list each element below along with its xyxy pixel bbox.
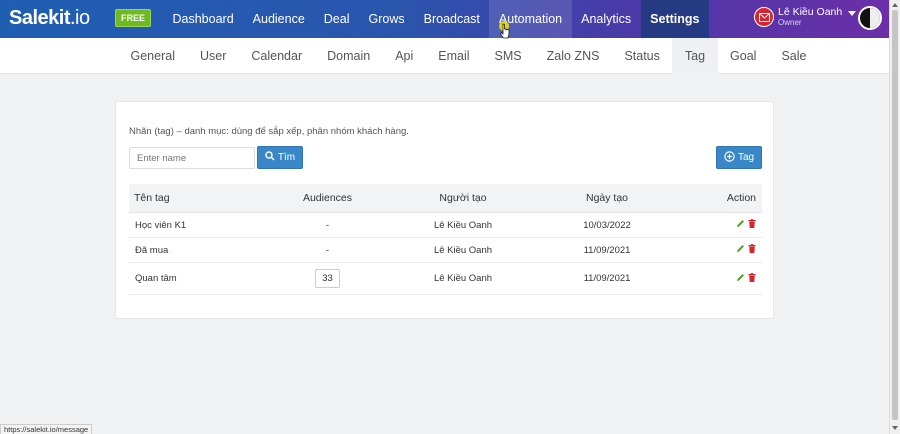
- tag-panel: Nhãn (tag) – danh mục: dùng để sắp xếp, …: [115, 101, 774, 319]
- page-scrollbar[interactable]: [889, 0, 900, 434]
- tab-sms[interactable]: SMS: [482, 38, 534, 74]
- tab-user[interactable]: User: [187, 38, 238, 74]
- audience-count-button[interactable]: 33: [315, 269, 340, 288]
- scroll-up-icon[interactable]: [892, 3, 898, 7]
- mouse-cursor-icon: [497, 20, 511, 40]
- table-row: Đã mua - Lê Kiều Oanh 11/09/2021: [129, 238, 762, 263]
- tag-table: Tên tag Audiences Người tạo Ngày tạo Act…: [129, 184, 762, 295]
- tab-goal[interactable]: Goal: [718, 38, 769, 74]
- user-name: Lê Kiều Oanh: [778, 6, 843, 18]
- trash-icon[interactable]: [748, 219, 756, 231]
- chevron-down-icon: [848, 10, 857, 16]
- tab-tag[interactable]: Tag: [672, 38, 718, 74]
- tag-name: Đã mua: [135, 244, 169, 256]
- nav-broadcast[interactable]: Broadcast: [414, 0, 489, 38]
- app-logo[interactable]: Salekit.io: [9, 7, 90, 30]
- tab-general[interactable]: General: [118, 38, 187, 74]
- top-navbar: Salekit.io FREE Dashboard Audience Deal …: [0, 0, 889, 38]
- user-role: Owner: [778, 18, 802, 27]
- tab-zalo-zns[interactable]: Zalo ZNS: [534, 38, 612, 74]
- search-icon: [265, 151, 275, 164]
- add-tag-button[interactable]: Tag: [716, 146, 762, 169]
- search-button[interactable]: Tìm: [257, 146, 303, 169]
- tag-audiences: -: [325, 244, 330, 256]
- status-url: https://salekit.io/message: [0, 424, 93, 434]
- mail-icon: [754, 7, 774, 27]
- col-tag-name[interactable]: Tên tag: [129, 192, 269, 204]
- nav-grows[interactable]: Grows: [359, 0, 414, 38]
- tag-name: Học viên K1: [135, 219, 187, 231]
- tag-date: 10/03/2022: [583, 219, 631, 231]
- col-action: Action: [726, 192, 756, 204]
- table-header: Tên tag Audiences Người tạo Ngày tạo Act…: [129, 184, 762, 213]
- avatar[interactable]: [858, 6, 882, 30]
- nav-analytics[interactable]: Analytics: [572, 0, 641, 38]
- settings-subnav: General User Calendar Domain Api Email S…: [0, 38, 889, 74]
- tag-audiences: -: [325, 219, 330, 231]
- pencil-icon[interactable]: [736, 273, 745, 285]
- main-nav: Dashboard Audience Deal Grows Broadcast …: [163, 0, 709, 38]
- trash-icon[interactable]: [748, 272, 756, 285]
- user-menu[interactable]: Lê Kiều Oanh Owner: [754, 6, 857, 28]
- tab-email[interactable]: Email: [426, 38, 482, 74]
- add-tag-label: Tag: [737, 152, 755, 163]
- tag-date: 11/09/2021: [583, 244, 631, 256]
- nav-deal[interactable]: Deal: [314, 0, 359, 38]
- tab-status[interactable]: Status: [612, 38, 672, 74]
- tag-name: Quan tâm: [135, 273, 177, 284]
- tag-date: 11/09/2021: [583, 273, 631, 284]
- pencil-icon[interactable]: [736, 244, 745, 256]
- pencil-icon[interactable]: [736, 219, 745, 231]
- plus-circle-icon: [724, 150, 735, 165]
- col-date[interactable]: Ngày tạo: [540, 192, 674, 204]
- tag-creator: Lê Kiều Oanh: [433, 273, 493, 284]
- tab-domain[interactable]: Domain: [315, 38, 383, 74]
- scroll-down-icon[interactable]: [892, 426, 898, 430]
- col-creator[interactable]: Người tạo: [386, 192, 540, 204]
- tag-creator: Lê Kiều Oanh: [433, 219, 493, 231]
- nav-audience[interactable]: Audience: [243, 0, 314, 38]
- table-row: Quan tâm 33 Lê Kiều Oanh 11/09/2021: [129, 263, 762, 295]
- scroll-thumb[interactable]: [892, 10, 898, 420]
- tag-creator: Lê Kiều Oanh: [433, 244, 493, 256]
- nav-settings[interactable]: Settings: [640, 0, 709, 38]
- search-button-label: Tìm: [277, 152, 296, 163]
- trash-icon[interactable]: [748, 244, 756, 256]
- search-input[interactable]: [129, 147, 255, 169]
- tab-api[interactable]: Api: [383, 38, 426, 74]
- col-audiences[interactable]: Audiences: [269, 192, 386, 204]
- table-row: Học viên K1 - Lê Kiều Oanh 10/03/2022: [129, 213, 762, 238]
- tag-description: Nhãn (tag) – danh mục: dùng để sắp xếp, …: [129, 126, 409, 137]
- nav-dashboard[interactable]: Dashboard: [163, 0, 243, 38]
- tab-sale[interactable]: Sale: [769, 38, 819, 74]
- plan-badge: FREE: [115, 9, 152, 27]
- tab-calendar[interactable]: Calendar: [239, 38, 315, 74]
